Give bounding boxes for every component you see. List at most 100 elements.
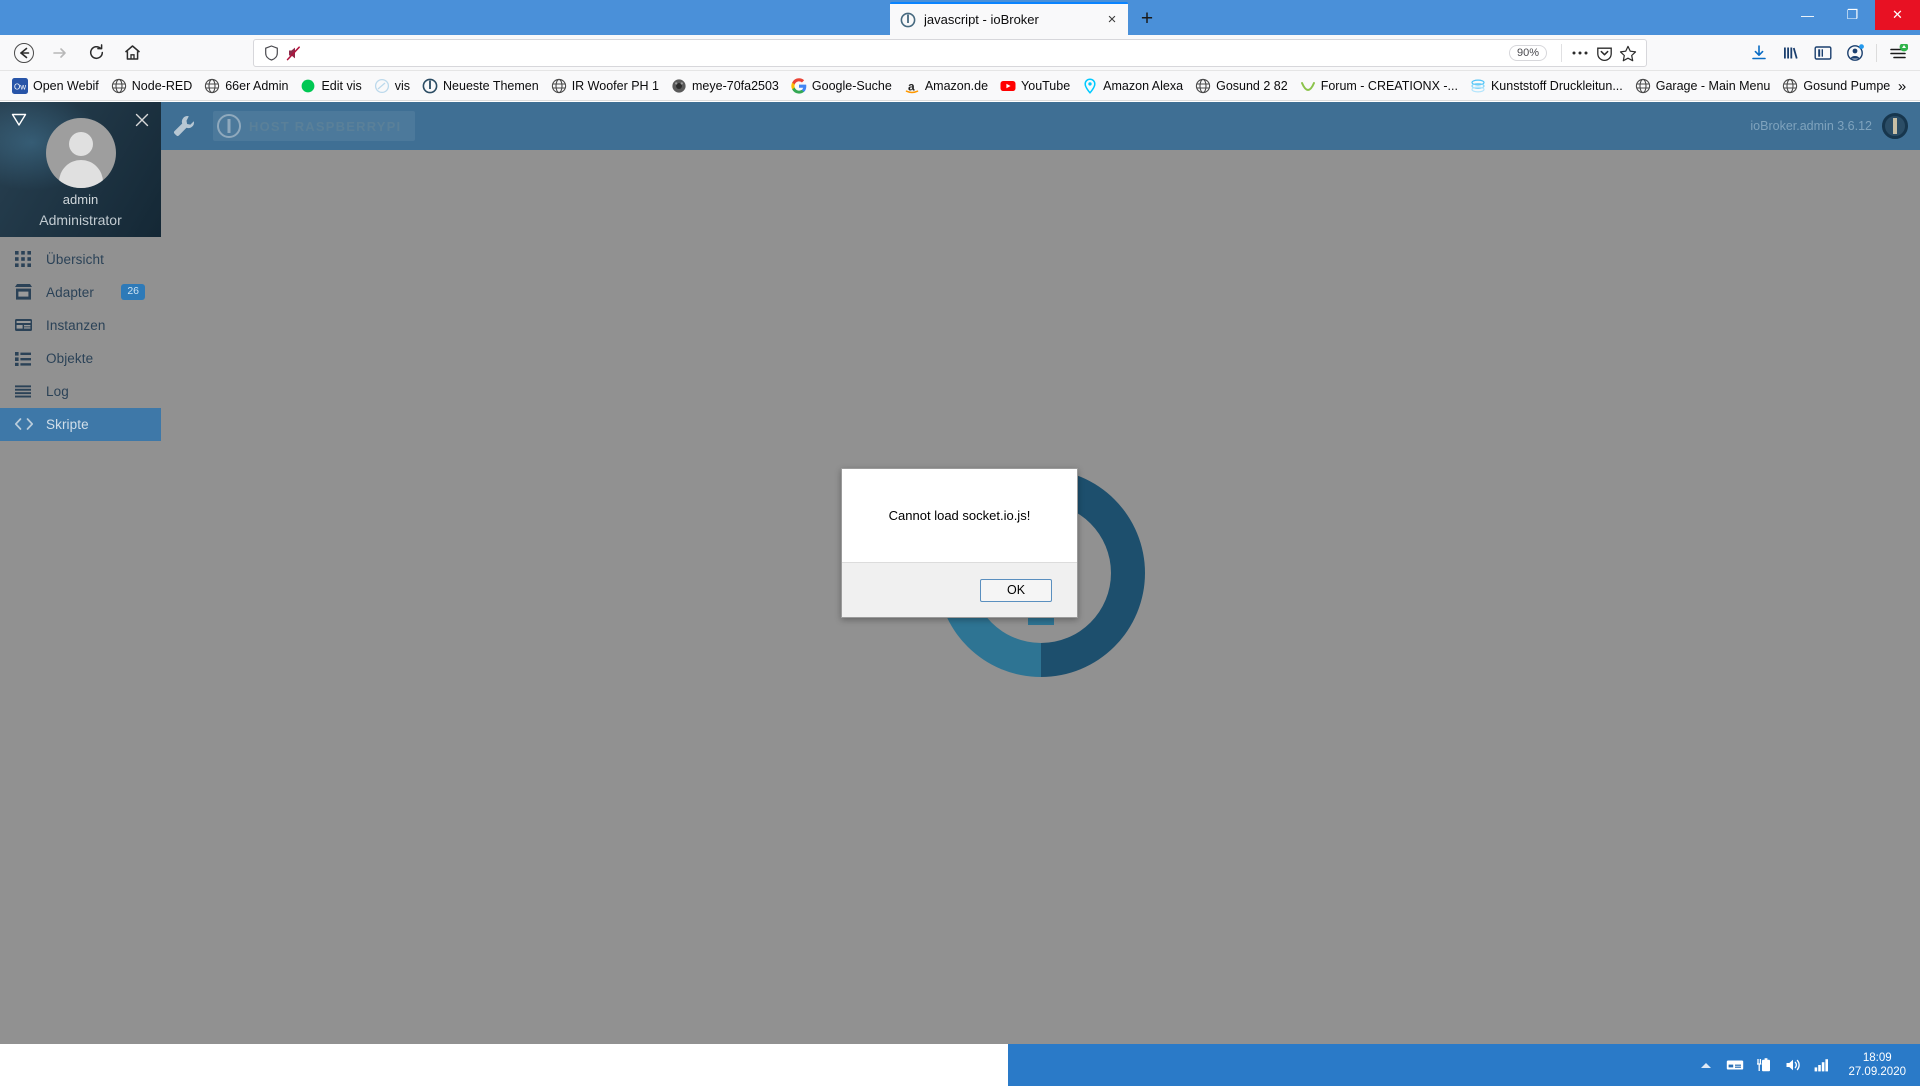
bookmark-label: meye-70fa2503: [692, 78, 779, 93]
bookmark-label: Amazon.de: [924, 78, 989, 93]
hamburger-menu-icon[interactable]: [1882, 38, 1914, 68]
zoom-level-badge[interactable]: 90%: [1508, 45, 1547, 61]
tracking-protection-shield-icon[interactable]: [260, 43, 282, 63]
svg-text:Ow: Ow: [14, 82, 26, 91]
youtube-icon: [1000, 78, 1016, 94]
alert-message: Cannot load socket.io.js!: [888, 508, 1031, 523]
green-dot-icon: [300, 78, 316, 94]
bookmark-label: vis: [394, 78, 411, 93]
openwebif-icon: Ow: [12, 77, 28, 94]
sidebar-icon[interactable]: [1807, 38, 1839, 68]
ellipsis-icon[interactable]: [1568, 42, 1592, 64]
library-icon[interactable]: [1775, 38, 1807, 68]
globe-icon: [1195, 78, 1211, 94]
bookmark-item[interactable]: meye-70fa2503: [665, 74, 785, 98]
water-icon: [1470, 78, 1486, 94]
bookmark-item[interactable]: IR Woofer PH 1: [545, 74, 665, 98]
close-window-button[interactable]: ✕: [1875, 0, 1920, 30]
forward-arrow-icon[interactable]: [44, 38, 76, 68]
window-controls: — ❐ ✕: [1785, 0, 1920, 35]
bookmark-item[interactable]: a Amazon.de: [898, 74, 994, 98]
urlbar-divider: [1561, 44, 1562, 62]
bookmark-item[interactable]: Gosund Pumpe: [1776, 74, 1896, 98]
bookmark-label: Neueste Themen: [443, 78, 539, 93]
minimize-button[interactable]: —: [1785, 0, 1830, 30]
bookmark-label: Node-RED: [131, 78, 193, 93]
bookmark-item[interactable]: Neueste Themen: [416, 74, 545, 98]
bookmark-label: Kunststoff Druckleitun...: [1490, 78, 1623, 93]
bookmark-label: Edit vis: [321, 78, 362, 93]
navigation-toolbar: 90%: [0, 35, 1920, 71]
bookmark-item[interactable]: Gosund 2 82: [1189, 74, 1294, 98]
browser-tab[interactable]: javascript - ioBroker ×: [890, 2, 1128, 35]
bookmark-item[interactable]: Kunststoff Druckleitun...: [1464, 74, 1629, 98]
home-icon[interactable]: [116, 38, 148, 68]
tab-close-icon[interactable]: ×: [1102, 10, 1122, 30]
globe-icon: [1635, 78, 1651, 94]
alert-footer: OK: [842, 562, 1077, 617]
maximize-button[interactable]: ❐: [1830, 0, 1875, 30]
url-bar[interactable]: 90%: [253, 39, 1647, 67]
globe-icon: [111, 78, 127, 94]
globe-icon: [1782, 78, 1798, 94]
bookmark-label: Gosund Pumpe: [1803, 78, 1891, 93]
clock-date: 27.09.2020: [1848, 1066, 1906, 1078]
alexa-pin-icon: [1082, 77, 1098, 94]
bookmark-item[interactable]: Edit vis: [294, 74, 367, 98]
bookmark-item[interactable]: 66er Admin: [198, 74, 294, 98]
page-content: admin Administrator Übersicht Adapter 26…: [0, 102, 1920, 1044]
system-tray: 18:09 27.09.2020: [1697, 1044, 1912, 1086]
bookmarks-overflow-icon[interactable]: »: [1890, 75, 1914, 97]
bookmark-item[interactable]: Garage - Main Menu: [1629, 74, 1777, 98]
iobroker-icon: [900, 12, 916, 28]
toolbar-divider: [1876, 44, 1877, 62]
bookmark-label: 66er Admin: [225, 78, 289, 93]
alert-dialog: Cannot load socket.io.js! OK: [841, 468, 1078, 618]
new-tab-button[interactable]: +: [1135, 6, 1159, 30]
chevron-up-icon[interactable]: [1697, 1056, 1715, 1074]
bookmark-item[interactable]: Forum - CREATIONX -...: [1294, 74, 1464, 98]
taskbar-clock[interactable]: 18:09 27.09.2020: [1848, 1051, 1906, 1079]
camera-icon: [671, 78, 687, 94]
bookmark-item[interactable]: Node-RED: [105, 74, 198, 98]
globe-icon: [551, 78, 567, 94]
back-arrow-icon[interactable]: [8, 38, 40, 68]
ok-button[interactable]: OK: [980, 578, 1052, 602]
bookmark-item[interactable]: Amazon Alexa: [1076, 74, 1189, 98]
tab-strip: javascript - ioBroker × +: [0, 0, 1920, 35]
bookmark-label: Gosund 2 82: [1216, 78, 1288, 93]
bookmark-label: Open Webif: [33, 78, 99, 93]
pocket-icon[interactable]: [1592, 42, 1616, 64]
signal-bars-icon[interactable]: [1813, 1056, 1831, 1074]
tab-title: javascript - ioBroker: [924, 11, 1039, 27]
bookmark-label: Google-Suche: [811, 78, 892, 93]
bookmark-label: YouTube: [1021, 78, 1071, 93]
download-icon[interactable]: [1743, 38, 1775, 68]
bookmark-item[interactable]: YouTube: [994, 74, 1076, 98]
browser-window: javascript - ioBroker × + — ❐ ✕ 90% Ow O…: [0, 0, 1920, 1086]
title-bar: javascript - ioBroker × + — ❐ ✕: [0, 0, 1920, 35]
bookmark-label: IR Woofer PH 1: [571, 78, 660, 93]
battery-icon[interactable]: [1755, 1056, 1773, 1074]
amazon-a-icon: a: [904, 78, 920, 94]
bookmark-label: Amazon Alexa: [1103, 78, 1184, 93]
reload-arrow-icon[interactable]: [80, 38, 112, 68]
google-g-icon: [791, 77, 807, 94]
bookmark-item[interactable]: Ow Open Webif: [6, 74, 105, 98]
alert-body: Cannot load socket.io.js!: [842, 469, 1077, 562]
star-icon[interactable]: [1616, 42, 1640, 64]
volume-icon[interactable]: [1784, 1056, 1802, 1074]
bookmark-label: Forum - CREATIONX -...: [1320, 78, 1458, 93]
browser-toolbar-right: [1743, 38, 1914, 68]
bookmark-item[interactable]: vis: [368, 74, 416, 98]
bookmark-item[interactable]: Google-Suche: [785, 74, 898, 98]
bookmark-label: Garage - Main Menu: [1655, 78, 1771, 93]
autoplay-blocked-icon[interactable]: [282, 43, 304, 63]
iobroker-icon: [422, 78, 438, 94]
globe-icon: [204, 78, 220, 94]
account-icon[interactable]: [1839, 38, 1871, 68]
light-globe-icon: [374, 78, 390, 94]
network-icon[interactable]: [1726, 1056, 1744, 1074]
bookmarks-bar: Ow Open Webif Node-RED 66er Admin Edit v…: [0, 71, 1920, 101]
forum-icon: [1300, 78, 1316, 94]
